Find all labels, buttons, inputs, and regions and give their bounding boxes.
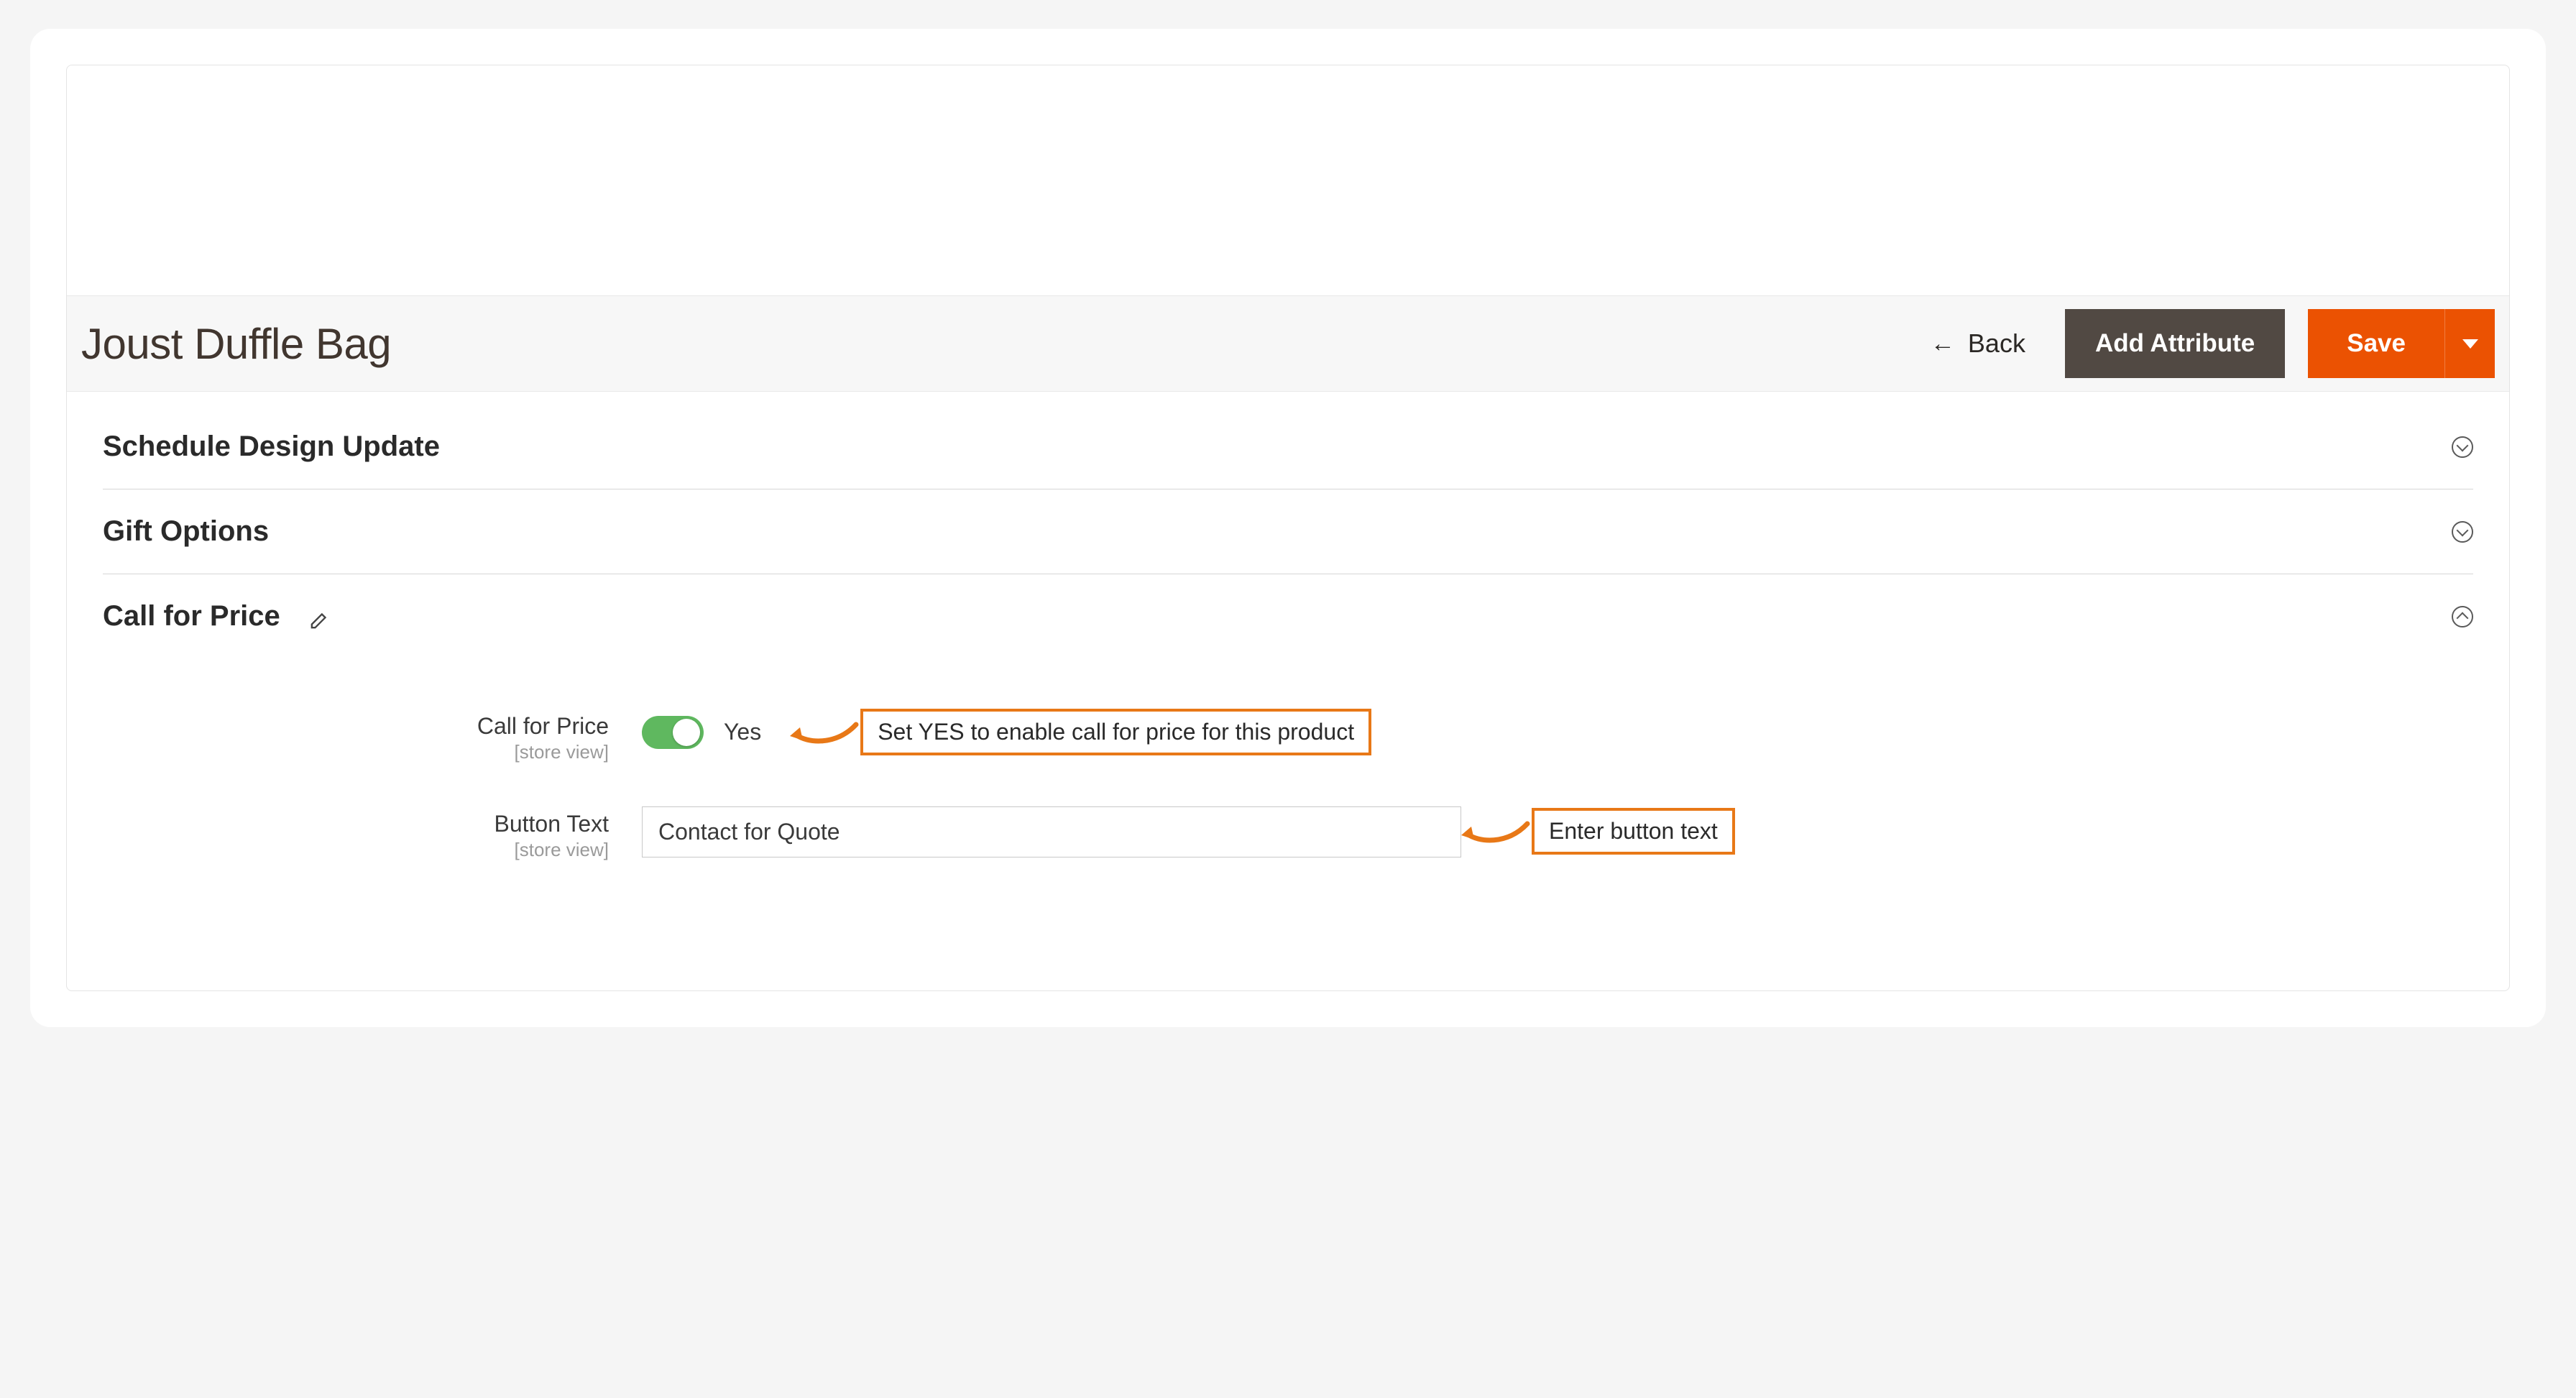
curved-arrow-icon bbox=[786, 714, 860, 750]
back-button-label: Back bbox=[1968, 328, 2025, 359]
content-area: Schedule Design Update Gift Options Call… bbox=[67, 392, 2509, 990]
button-text-input[interactable] bbox=[642, 806, 1461, 857]
outer-frame: Joust Duffle Bag ← Back Add Attribute Sa… bbox=[30, 29, 2546, 1027]
control-col-cfp: Yes Set YES to enable call for price for… bbox=[642, 709, 1371, 755]
pencil-icon bbox=[308, 607, 328, 627]
section-title-schedule: Schedule Design Update bbox=[103, 431, 2452, 463]
section-title-call-for-price-wrap: Call for Price bbox=[103, 600, 2452, 633]
callout-enable: Set YES to enable call for price for thi… bbox=[860, 709, 1371, 755]
label-col: Button Text [store view] bbox=[103, 806, 642, 861]
back-button[interactable]: ← Back bbox=[1931, 328, 2025, 359]
section-title-call-for-price: Call for Price bbox=[103, 600, 280, 633]
arrow-left-icon: ← bbox=[1931, 331, 1955, 356]
field-label-cfp: Call for Price bbox=[103, 713, 609, 740]
toggle-value-label: Yes bbox=[724, 719, 761, 745]
callout-btntext: Enter button text bbox=[1532, 808, 1735, 855]
add-attribute-button[interactable]: Add Attribute bbox=[2065, 309, 2285, 378]
call-for-price-form: Call for Price [store view] Yes bbox=[103, 658, 2473, 861]
chevron-up-icon bbox=[2452, 606, 2473, 627]
field-scope-cfp: [store view] bbox=[103, 741, 609, 763]
section-gift-options[interactable]: Gift Options bbox=[103, 489, 2473, 574]
curved-arrow-icon bbox=[1457, 814, 1532, 850]
chevron-down-icon bbox=[2452, 436, 2473, 458]
callout-group-btntext: Enter button text bbox=[1457, 808, 1735, 855]
call-for-price-toggle[interactable] bbox=[642, 716, 704, 749]
toggle-knob bbox=[673, 719, 700, 746]
field-label-btntext: Button Text bbox=[103, 811, 609, 837]
save-button-group: Save bbox=[2308, 309, 2495, 378]
triangle-down-icon bbox=[2462, 339, 2478, 349]
control-col-btntext: Enter button text bbox=[642, 806, 1461, 857]
section-call-for-price[interactable]: Call for Price bbox=[103, 574, 2473, 658]
save-button[interactable]: Save bbox=[2308, 309, 2444, 378]
field-row-button-text: Button Text [store view] Enter button te… bbox=[103, 806, 2473, 861]
panel-top-spacer bbox=[67, 65, 2509, 295]
admin-panel: Joust Duffle Bag ← Back Add Attribute Sa… bbox=[66, 65, 2510, 991]
chevron-down-icon bbox=[2452, 521, 2473, 543]
label-col: Call for Price [store view] bbox=[103, 709, 642, 763]
save-dropdown-button[interactable] bbox=[2444, 309, 2495, 378]
field-row-call-for-price: Call for Price [store view] Yes bbox=[103, 709, 2473, 763]
section-schedule-design-update[interactable]: Schedule Design Update bbox=[103, 405, 2473, 489]
field-scope-btntext: [store view] bbox=[103, 839, 609, 861]
page-header-bar: Joust Duffle Bag ← Back Add Attribute Sa… bbox=[67, 295, 2509, 392]
section-title-gift: Gift Options bbox=[103, 515, 2452, 548]
callout-group-enable: Set YES to enable call for price for thi… bbox=[786, 709, 1371, 755]
page-title: Joust Duffle Bag bbox=[81, 319, 1931, 369]
